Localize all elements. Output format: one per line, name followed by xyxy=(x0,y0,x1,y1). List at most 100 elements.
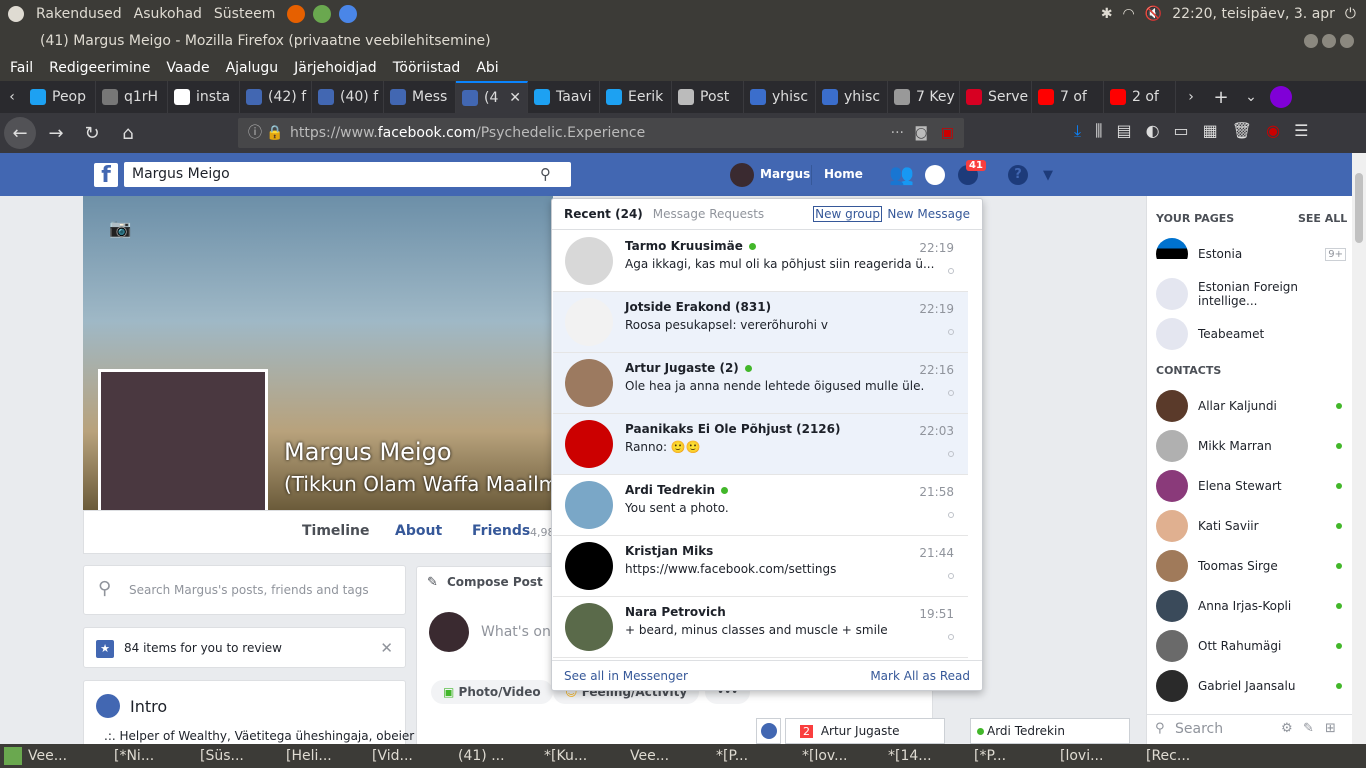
message-thread[interactable]: Jotside Erakond (831) Roosa pesukapsel: v… xyxy=(553,292,968,353)
mark-all-read-link[interactable]: Mark All as Read xyxy=(870,669,970,683)
tab-timeline[interactable]: Timeline xyxy=(302,523,370,539)
browser-tab[interactable]: yhisc xyxy=(744,81,816,113)
taskbar-item[interactable]: *[lov... xyxy=(802,748,882,764)
mark-read-icon[interactable] xyxy=(948,512,954,518)
mark-read-icon[interactable] xyxy=(948,390,954,396)
tabs-scroll-right-icon[interactable]: › xyxy=(1176,89,1206,105)
search-icon[interactable]: ⚲ xyxy=(540,165,551,183)
taskbar-item[interactable]: [Heli... xyxy=(286,748,366,764)
account-dropdown-icon[interactable]: ▼ xyxy=(1043,168,1053,183)
chat-tab-ardi[interactable]: Ardi Tedrekin xyxy=(970,718,1130,744)
messenger-icon[interactable] xyxy=(925,165,945,185)
menu-file[interactable]: Fail xyxy=(10,60,33,76)
home-button[interactable]: ⌂ xyxy=(112,117,144,149)
camera-icon[interactable]: 📷 xyxy=(109,218,131,239)
contact-item[interactable]: Mikk Marran xyxy=(1156,428,1346,464)
maximize-button[interactable] xyxy=(1322,34,1336,48)
browser-tab[interactable]: Eerik xyxy=(600,81,672,113)
group-chat-icon[interactable]: ⊞ xyxy=(1325,721,1336,736)
menu-edit[interactable]: Redigeerimine xyxy=(49,60,150,76)
taskbar-item[interactable]: (41) ... xyxy=(458,748,538,764)
message-thread[interactable]: Tarmo Kruusimäe Aga ikkagi, kas mul oli k… xyxy=(553,231,968,292)
page-item[interactable]: Estonia 9+ xyxy=(1156,236,1346,272)
browser-tab[interactable]: Taavi xyxy=(528,81,600,113)
browser-tab[interactable]: Serve xyxy=(960,81,1032,113)
taskbar-item[interactable]: [lovi... xyxy=(1060,748,1140,764)
tab-list-dropdown-icon[interactable]: ⌄ xyxy=(1236,89,1266,105)
extension-icon[interactable]: ◐ xyxy=(1146,121,1160,141)
new-message-icon[interactable]: ✎ xyxy=(1303,721,1314,736)
browser-tab[interactable]: q1rH xyxy=(96,81,168,113)
contact-item[interactable]: Elena Stewart xyxy=(1156,468,1346,504)
message-thread[interactable]: Paanikaks Ei Ole Põhjust (2126) Ranno: 🙂🙂… xyxy=(553,414,968,475)
help-icon[interactable]: ? xyxy=(1008,165,1028,185)
browser-tab[interactable]: insta xyxy=(168,81,240,113)
contact-item[interactable]: Ott Rahumägi xyxy=(1156,628,1346,664)
chat-search-input[interactable]: Search xyxy=(1175,721,1223,737)
taskbar-item[interactable]: Vee... xyxy=(630,748,710,764)
taskbar-item[interactable]: *[14... xyxy=(888,748,968,764)
wifi-icon[interactable]: ◠ xyxy=(1123,6,1135,22)
tabs-scroll-left-icon[interactable]: ‹ xyxy=(0,89,24,105)
tab-about[interactable]: About xyxy=(395,523,442,539)
new-group-link[interactable]: New group xyxy=(813,206,882,222)
menu-help[interactable]: Abi xyxy=(476,60,498,76)
info-icon[interactable]: ⓘ xyxy=(248,118,262,148)
recent-tab[interactable]: Recent (24) xyxy=(564,207,643,221)
chat-tab-artur[interactable]: 2 Artur Jugaste xyxy=(785,718,945,744)
page-item[interactable]: Estonian Foreign intellige... xyxy=(1156,276,1346,312)
show-desktop-icon[interactable] xyxy=(4,747,22,765)
scrollbar-thumb[interactable] xyxy=(1355,173,1363,243)
menu-history[interactable]: Ajalugu xyxy=(226,60,279,76)
taskbar-item[interactable]: [Rec... xyxy=(1146,748,1226,764)
pocket-icon[interactable]: ◙ xyxy=(914,118,928,148)
chat-settings-icon[interactable]: ⚙ xyxy=(1281,721,1293,736)
facebook-logo-icon[interactable]: f xyxy=(94,163,118,188)
user-avatar[interactable] xyxy=(730,163,754,187)
reload-button[interactable]: ↻ xyxy=(76,117,108,149)
menu-places[interactable]: Asukohad xyxy=(134,6,202,22)
url-bar[interactable]: ⓘ 🔒 https://www.facebook.com/Psychedelic… xyxy=(238,118,964,148)
trash-icon[interactable]: 🗑 xyxy=(1232,121,1252,141)
close-button[interactable] xyxy=(1340,34,1354,48)
contact-item[interactable]: Anna Irjas-Kopli xyxy=(1156,588,1346,624)
menu-applications[interactable]: Rakendused xyxy=(36,6,122,22)
ublock-origin-icon[interactable]: ◉ xyxy=(1266,121,1280,141)
taskbar-item[interactable]: [Süs... xyxy=(200,748,280,764)
browser-tab[interactable]: (42) f xyxy=(240,81,312,113)
browser-tab[interactable]: (40) f xyxy=(312,81,384,113)
launcher-icon[interactable] xyxy=(313,5,332,23)
browser-tab[interactable]: Peop xyxy=(24,81,96,113)
menu-tools[interactable]: Tööriistad xyxy=(393,60,461,76)
contact-item[interactable]: Kati Saviir xyxy=(1156,508,1346,544)
screenshot-icon[interactable]: ▭ xyxy=(1174,121,1189,141)
library-icon[interactable]: ⫼ xyxy=(1095,121,1102,141)
contact-item[interactable]: Gabriel Jaansalu xyxy=(1156,668,1346,704)
menu-system[interactable]: Süsteem xyxy=(214,6,275,22)
browser-tab[interactable]: 7 Key xyxy=(888,81,960,113)
chromium-launcher-icon[interactable] xyxy=(339,5,358,23)
page-item[interactable]: Teabeamet xyxy=(1156,316,1346,352)
user-name-link[interactable]: Margus xyxy=(760,167,810,181)
taskbar-item[interactable]: *[P... xyxy=(716,748,796,764)
download-icon[interactable]: ⤓ xyxy=(1074,121,1081,141)
taskbar-item[interactable]: *[Ku... xyxy=(544,748,624,764)
message-thread[interactable]: Artur Jugaste (2) Ole hea ja anna nende l… xyxy=(553,353,968,414)
ublock-icon[interactable]: ▣ xyxy=(941,118,954,148)
taskbar-item[interactable]: [*P... xyxy=(974,748,1054,764)
forward-button[interactable]: → xyxy=(40,117,72,149)
mark-read-icon[interactable] xyxy=(948,634,954,640)
back-button[interactable]: ← xyxy=(4,117,36,149)
contact-item[interactable]: Toomas Sirge xyxy=(1156,548,1346,584)
sidebar-icon[interactable]: ▤ xyxy=(1116,121,1131,141)
see-all-messenger-link[interactable]: See all in Messenger xyxy=(564,669,688,683)
tab-friends[interactable]: Friends xyxy=(472,523,530,539)
facebook-search-input[interactable]: Margus Meigo xyxy=(124,162,571,187)
mark-read-icon[interactable] xyxy=(948,268,954,274)
profile-search-input[interactable]: Search Margus's posts, friends and tags xyxy=(129,583,369,597)
review-text[interactable]: 84 items for you to review xyxy=(124,641,282,655)
mark-read-icon[interactable] xyxy=(948,329,954,335)
message-thread[interactable]: Ardi Tedrekin You sent a photo. 21:58 xyxy=(553,475,968,536)
menu-view[interactable]: Vaade xyxy=(166,60,209,76)
new-message-link[interactable]: New Message xyxy=(887,207,970,221)
